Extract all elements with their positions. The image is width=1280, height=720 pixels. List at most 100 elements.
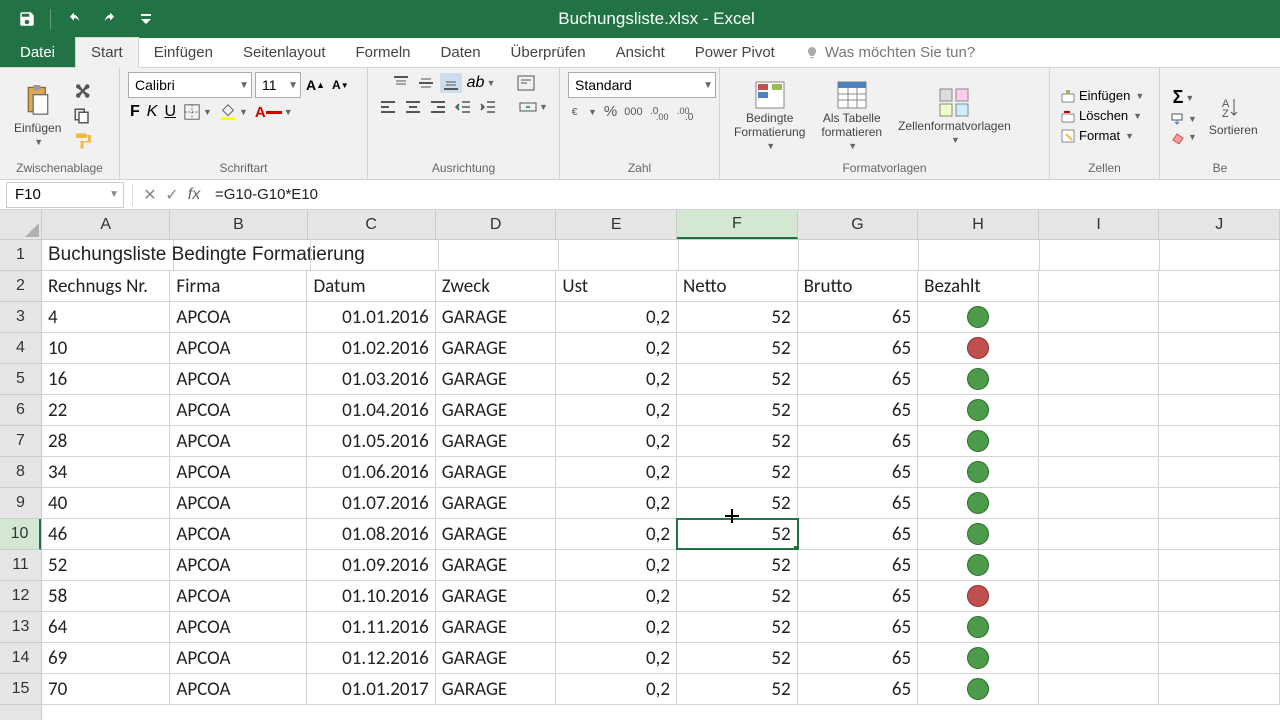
cell-nr[interactable]: 40 — [42, 488, 170, 518]
cell-zweck[interactable]: GARAGE — [436, 333, 557, 363]
grow-font-icon[interactable]: A▲ — [304, 75, 327, 95]
cell[interactable] — [1039, 271, 1160, 301]
cell[interactable] — [1159, 271, 1280, 301]
header-netto[interactable]: Netto — [677, 271, 798, 301]
cell[interactable] — [311, 240, 439, 270]
cell-datum[interactable]: 01.08.2016 — [307, 519, 435, 549]
cell-bezahlt[interactable] — [918, 302, 1039, 332]
cell-netto[interactable]: 52 — [677, 457, 798, 487]
cell-firma[interactable]: APCOA — [170, 612, 307, 642]
qat-customize-icon[interactable] — [131, 4, 161, 34]
cell-nr[interactable]: 70 — [42, 674, 170, 704]
cell-nr[interactable]: 52 — [42, 550, 170, 580]
col-header-D[interactable]: D — [436, 210, 557, 239]
sort-filter-button[interactable]: AZ Sortieren — [1203, 91, 1264, 141]
insert-cells-button[interactable]: Einfügen▼ — [1058, 86, 1146, 106]
cell-firma[interactable]: APCOA — [170, 426, 307, 456]
cell-datum[interactable]: 01.01.2017 — [307, 674, 435, 704]
cell-zweck[interactable]: GARAGE — [436, 550, 557, 580]
tab-insert[interactable]: Einfügen — [139, 38, 228, 67]
row-header-1[interactable]: 1 — [0, 240, 41, 271]
row-header-3[interactable]: 3 — [0, 302, 41, 333]
cell-bezahlt[interactable] — [918, 488, 1039, 518]
cell-bezahlt[interactable] — [918, 519, 1039, 549]
cell-brutto[interactable]: 65 — [798, 488, 919, 518]
cell[interactable] — [439, 240, 559, 270]
cell-ust[interactable]: 0,2 — [556, 550, 677, 580]
copy-icon[interactable] — [71, 105, 93, 127]
redo-icon[interactable] — [95, 4, 125, 34]
autosum-icon[interactable]: Σ▼ — [1171, 85, 1197, 110]
header-zweck[interactable]: Zweck — [436, 271, 557, 301]
tab-file[interactable]: Datei — [0, 38, 75, 67]
cell-netto[interactable]: 52 — [677, 550, 798, 580]
cell[interactable] — [1039, 333, 1160, 363]
cell[interactable] — [1039, 581, 1160, 611]
cell-zweck[interactable]: GARAGE — [436, 674, 557, 704]
select-all-corner[interactable] — [0, 210, 41, 240]
cell-ust[interactable]: 0,2 — [556, 519, 677, 549]
row-header-11[interactable]: 11 — [0, 550, 41, 581]
header-firma[interactable]: Firma — [170, 271, 307, 301]
align-left-icon[interactable] — [377, 98, 399, 116]
insert-function-icon[interactable]: fx — [183, 184, 205, 206]
cell-bezahlt[interactable] — [918, 643, 1039, 673]
cell-bezahlt[interactable] — [918, 395, 1039, 425]
fill-color-icon[interactable]: ▼ — [217, 101, 250, 123]
row-header-14[interactable]: 14 — [0, 643, 41, 674]
cell[interactable] — [799, 240, 919, 270]
cell-brutto[interactable]: 65 — [798, 674, 919, 704]
cell-datum[interactable]: 01.04.2016 — [307, 395, 435, 425]
cell-brutto[interactable]: 65 — [798, 519, 919, 549]
tab-data[interactable]: Daten — [426, 38, 496, 67]
fill-icon[interactable]: ▼ — [1168, 110, 1199, 128]
cell-bezahlt[interactable] — [918, 457, 1039, 487]
cell[interactable] — [1159, 643, 1280, 673]
cell-datum[interactable]: 01.05.2016 — [307, 426, 435, 456]
cell-nr[interactable]: 10 — [42, 333, 170, 363]
col-header-C[interactable]: C — [308, 210, 436, 239]
cut-icon[interactable] — [71, 80, 93, 102]
cell-ust[interactable]: 0,2 — [556, 395, 677, 425]
formula-input[interactable]: =G10-G10*E10 — [205, 186, 1280, 203]
wrap-text-icon[interactable] — [515, 73, 537, 93]
cell-netto[interactable]: 52 — [677, 364, 798, 394]
format-cells-button[interactable]: Format▼ — [1058, 126, 1136, 146]
cell-ust[interactable]: 0,2 — [556, 612, 677, 642]
increase-decimal-icon[interactable]: .0.00 — [648, 102, 672, 122]
number-format-combo[interactable]: Standard▼ — [568, 72, 716, 98]
cell-firma[interactable]: APCOA — [170, 550, 307, 580]
cell[interactable] — [1039, 426, 1160, 456]
cell-nr[interactable]: 46 — [42, 519, 170, 549]
cell-zweck[interactable]: GARAGE — [436, 519, 557, 549]
col-header-G[interactable]: G — [798, 210, 919, 239]
bold-button[interactable]: F — [128, 101, 142, 123]
decrease-decimal-icon[interactable]: .00.0 — [675, 102, 699, 122]
cell-netto[interactable]: 52 — [677, 612, 798, 642]
cell-datum[interactable]: 01.07.2016 — [307, 488, 435, 518]
tab-review[interactable]: Überprüfen — [496, 38, 601, 67]
cell-ust[interactable]: 0,2 — [556, 364, 677, 394]
cell-brutto[interactable]: 65 — [798, 581, 919, 611]
cell-firma[interactable]: APCOA — [170, 395, 307, 425]
tab-powerpivot[interactable]: Power Pivot — [680, 38, 790, 67]
cell-brutto[interactable]: 65 — [798, 550, 919, 580]
cell[interactable] — [1159, 550, 1280, 580]
cell[interactable] — [1159, 302, 1280, 332]
cell[interactable] — [559, 240, 679, 270]
cell-firma[interactable]: APCOA — [170, 302, 307, 332]
cell[interactable] — [1039, 519, 1160, 549]
tab-start[interactable]: Start — [75, 37, 139, 68]
tab-pagelayout[interactable]: Seitenlayout — [228, 38, 341, 67]
cell[interactable] — [1039, 612, 1160, 642]
cell[interactable] — [1039, 674, 1160, 704]
cell-firma[interactable]: APCOA — [170, 333, 307, 363]
row-header-7[interactable]: 7 — [0, 426, 41, 457]
cell-firma[interactable]: APCOA — [170, 581, 307, 611]
cell[interactable] — [679, 240, 799, 270]
cell[interactable] — [1039, 643, 1160, 673]
cell-brutto[interactable]: 65 — [798, 643, 919, 673]
cell-brutto[interactable]: 65 — [798, 612, 919, 642]
cell[interactable] — [1159, 674, 1280, 704]
header-ust[interactable]: Ust — [556, 271, 677, 301]
